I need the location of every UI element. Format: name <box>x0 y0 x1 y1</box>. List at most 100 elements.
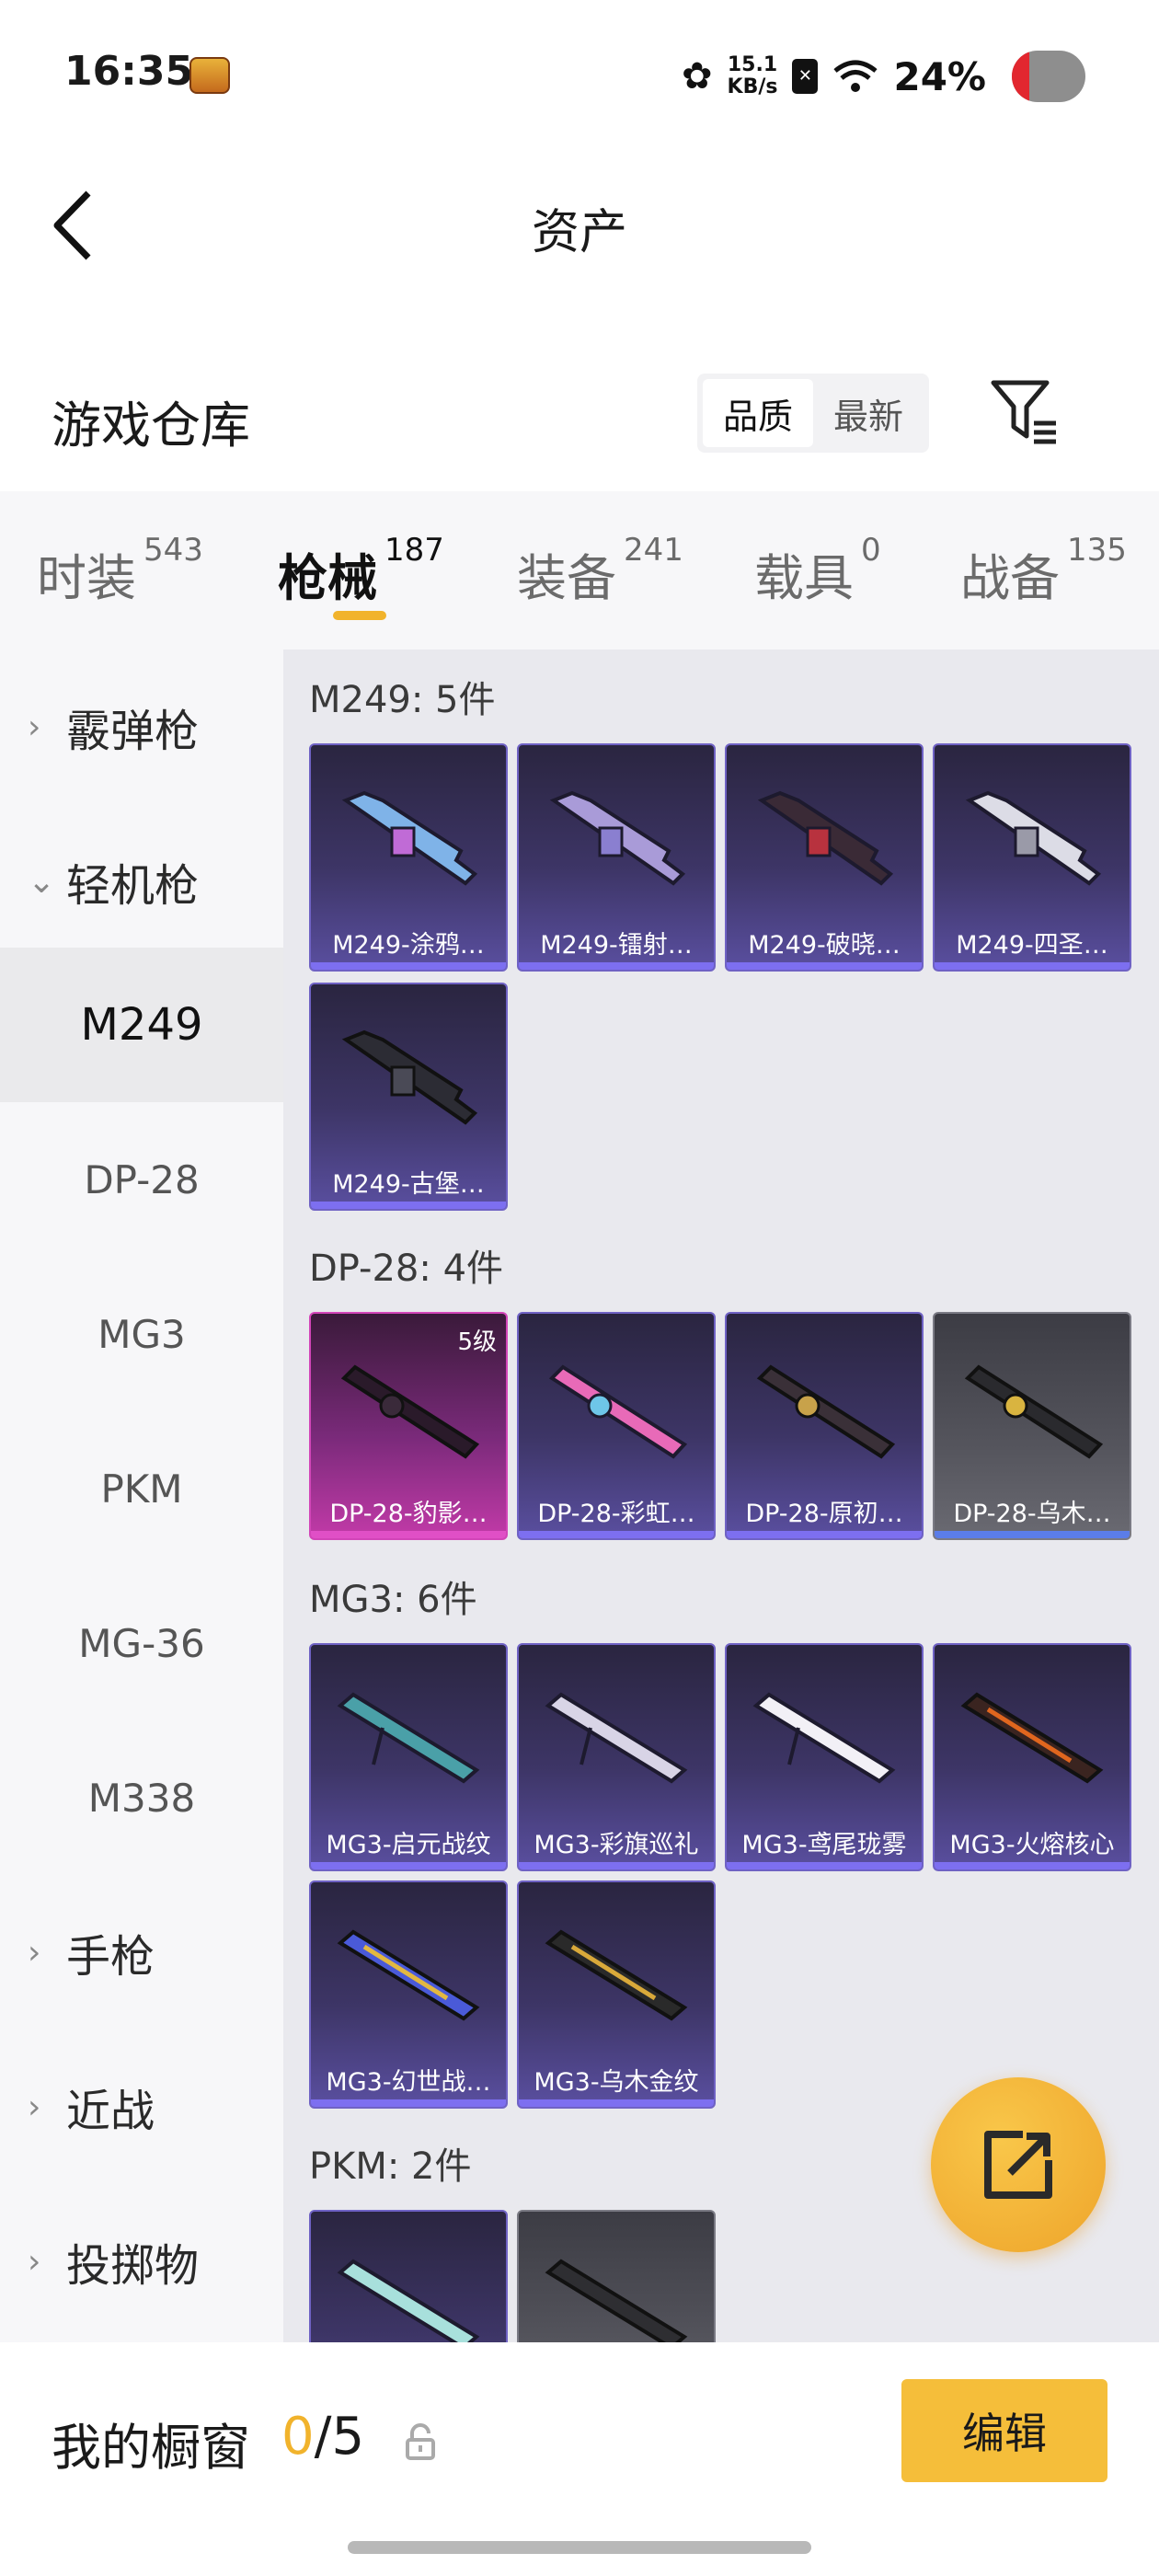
weapon-card[interactable]: MG3-彩旗巡礼 <box>517 1643 716 1871</box>
tab-count: 241 <box>624 532 683 569</box>
mg-icon <box>960 1692 1104 1784</box>
rifle-icon <box>340 1364 480 1459</box>
sidebar-item-label: 投掷物 <box>66 2240 200 2292</box>
tab-vehicles[interactable]: 载具 0 <box>754 532 881 610</box>
mg-icon <box>337 1929 480 2021</box>
weapon-name: M249-镭射… <box>540 931 693 960</box>
mg-icon <box>337 2259 480 2342</box>
sidebar-item-label: 霰弹枪 <box>66 706 200 757</box>
lmg-icon <box>965 790 1102 886</box>
sidebar-item-pistol[interactable]: › 手枪 <box>0 1875 283 2030</box>
rarity-bar <box>935 962 1130 970</box>
edit-button[interactable]: 编辑 <box>901 2379 1107 2482</box>
rarity-bar <box>519 962 714 970</box>
filter-icon[interactable] <box>990 379 1060 447</box>
tab-count: 135 <box>1067 532 1127 569</box>
tab-label: 战备 <box>960 549 1060 607</box>
share-button[interactable] <box>931 2077 1106 2252</box>
weapon-name: M249-四圣… <box>956 931 1108 960</box>
battery-level-fill <box>1012 51 1030 102</box>
net-speed: 15.1 KB/s <box>728 54 778 98</box>
sidebar-item-pkm[interactable]: PKM <box>0 1411 283 1566</box>
tab-fashion[interactable]: 时装 543 <box>37 532 203 610</box>
weapon-name: MG3-火熔核心 <box>949 1831 1115 1859</box>
rarity-bar <box>935 1862 1130 1869</box>
battery-text: 24% <box>893 53 986 99</box>
rifle-icon <box>964 1364 1104 1459</box>
tab-count: 0 <box>861 532 881 569</box>
sidebar-item-throwable[interactable]: › 投掷物 <box>0 2184 283 2339</box>
sidebar-item-mg3[interactable]: MG3 <box>0 1257 283 1411</box>
sidebar-item-m338[interactable]: M338 <box>0 1720 283 1875</box>
rarity-bar <box>519 2099 714 2107</box>
chevron-right-icon: › <box>28 2242 41 2281</box>
status-time: 16:35 <box>64 48 194 95</box>
weapon-card[interactable] <box>517 2210 716 2342</box>
weapon-name: M249-涂鸦… <box>332 931 485 960</box>
section-title-mg3: MG3: 6件 <box>309 1579 477 1621</box>
weapon-card[interactable]: M249-涂鸦… <box>309 743 508 972</box>
weapon-card[interactable]: M249-古堡… <box>309 983 508 1211</box>
rifle-icon <box>756 1364 896 1459</box>
showcase-count: 0/5 <box>281 2407 364 2467</box>
weapon-card[interactable]: M249-镭射… <box>517 743 716 972</box>
weapon-card[interactable]: MG3-启元战纹 <box>309 1643 508 1871</box>
sidebar-item-melee[interactable]: › 近战 <box>0 2030 283 2184</box>
weapon-card[interactable]: MG3-幻世战… <box>309 1880 508 2109</box>
sort-quality[interactable]: 品质 <box>703 379 813 447</box>
tab-supplies[interactable]: 战备 135 <box>960 532 1127 610</box>
rarity-bar <box>311 2099 506 2107</box>
rarity-bar <box>519 1531 714 1538</box>
rarity-bar <box>311 1531 506 1538</box>
flower-icon: ✿ <box>682 55 713 98</box>
weapon-card[interactable]: DP-28-彩虹… <box>517 1312 716 1540</box>
tab-firearms[interactable]: 枪械 187 <box>278 532 444 610</box>
page-title: 资产 <box>531 205 627 260</box>
sidebar-item-dp28[interactable]: DP-28 <box>0 1102 283 1257</box>
tab-equipment[interactable]: 装备 241 <box>517 532 683 610</box>
weapon-card[interactable]: M249-四圣… <box>933 743 1131 972</box>
weapon-name: DP-28-彩虹… <box>537 1500 695 1528</box>
tab-count: 187 <box>384 532 444 569</box>
chevron-down-icon: ⌄ <box>28 862 56 901</box>
section-title-dp28: DP-28: 4件 <box>309 1248 504 1290</box>
weapon-card[interactable]: 5级 DP-28-豹影… <box>309 1312 508 1540</box>
tab-label: 载具 <box>754 549 854 607</box>
weapon-card[interactable]: DP-28-乌木… <box>933 1312 1131 1540</box>
net-speed-unit: KB/s <box>727 75 778 98</box>
weapon-card[interactable]: M249-破晓… <box>725 743 924 972</box>
sidebar-item-m249[interactable]: M249 <box>0 948 283 1102</box>
lmg-icon <box>341 790 478 886</box>
rarity-bar <box>311 1202 506 1209</box>
weapon-card[interactable]: DP-28-原初… <box>725 1312 924 1540</box>
status-bar: 16:35 ✿ 15.1 KB/s ✕ 24% <box>0 0 1159 147</box>
weapon-card[interactable]: MG3-鸢尾珑雾 <box>725 1643 924 1871</box>
sidebar-item-mg36[interactable]: MG-36 <box>0 1566 283 1720</box>
mg-icon <box>545 2259 688 2342</box>
weapon-card[interactable]: MG3-火熔核心 <box>933 1643 1131 1871</box>
active-tab-indicator <box>333 611 386 620</box>
section-title-pkm: PKM: 2件 <box>309 2145 472 2188</box>
home-indicator[interactable] <box>348 2541 811 2554</box>
lock-icon <box>406 2423 435 2460</box>
showcase-total: /5 <box>314 2407 365 2467</box>
rarity-bar <box>935 1531 1130 1538</box>
chevron-right-icon: › <box>28 2087 41 2126</box>
net-speed-value: 15.1 <box>727 53 778 76</box>
weapon-card[interactable]: MG3-乌木金纹 <box>517 1880 716 2109</box>
rifle-icon <box>548 1364 688 1459</box>
battery-icon <box>1012 51 1085 102</box>
tab-count: 543 <box>143 532 203 569</box>
sidebar-item-lmg[interactable]: ⌄ 轻机枪 <box>0 804 283 959</box>
rarity-bar <box>311 962 506 970</box>
sidebar-item-label: 手枪 <box>66 1931 155 1983</box>
rarity-bar <box>311 1862 506 1869</box>
tab-label: 枪械 <box>278 549 377 607</box>
share-external-icon <box>984 2131 1052 2199</box>
mg-icon <box>545 1692 688 1784</box>
sidebar-item-shotgun[interactable]: › 霰弹枪 <box>0 650 283 804</box>
showcase-bar: 我的橱窗 0/5 编辑 <box>0 2342 1159 2576</box>
weapon-card[interactable] <box>309 2210 508 2342</box>
sort-newest[interactable]: 最新 <box>813 379 924 447</box>
weapon-name: MG3-启元战纹 <box>326 1831 491 1859</box>
